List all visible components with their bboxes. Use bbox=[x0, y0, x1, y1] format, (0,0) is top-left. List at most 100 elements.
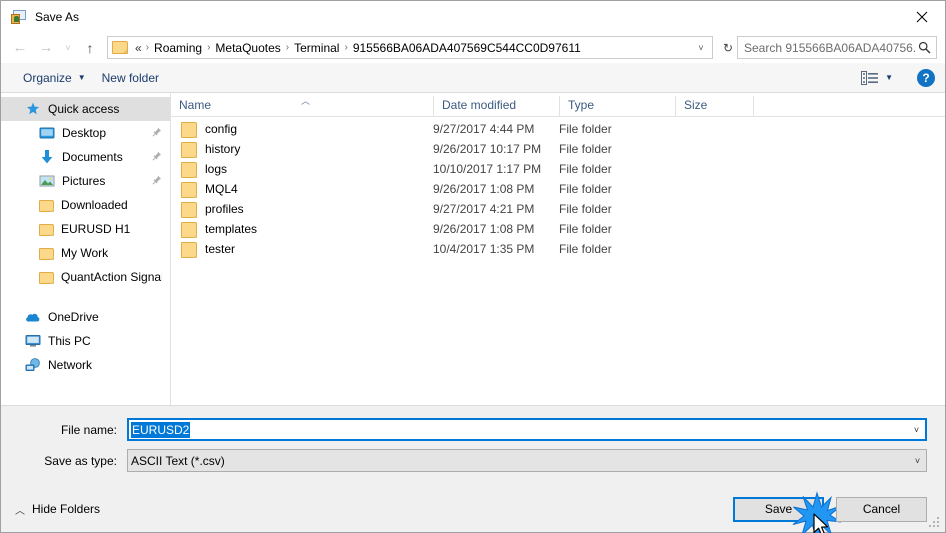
folder-icon bbox=[39, 224, 54, 236]
search-box[interactable]: Search 915566BA06ADA40756... bbox=[737, 36, 937, 59]
breadcrumb: « › Roaming › MetaQuotes › Terminal › 91… bbox=[132, 40, 692, 56]
sidebar-item-this-pc[interactable]: This PC bbox=[1, 329, 170, 353]
recent-locations-button[interactable]: ˅ bbox=[59, 36, 77, 60]
file-name: tester bbox=[205, 242, 236, 256]
chevron-down-icon: ▼ bbox=[77, 73, 86, 82]
command-bar: Organize ▼ New folder ▼ ? bbox=[1, 63, 945, 93]
file-date: 9/26/2017 1:08 PM bbox=[433, 182, 535, 196]
chevron-up-icon: ︿ bbox=[15, 505, 25, 517]
table-row[interactable]: history 9/26/2017 10:17 PM File folder bbox=[171, 139, 945, 159]
file-date: 9/27/2017 4:44 PM bbox=[433, 122, 535, 136]
pin-icon[interactable] bbox=[152, 174, 162, 188]
up-button[interactable]: ↑ bbox=[77, 36, 103, 60]
resize-grip[interactable] bbox=[929, 517, 941, 529]
sidebar-item-downloaded[interactable]: Downloaded bbox=[1, 193, 170, 217]
table-row[interactable]: tester 10/4/2017 1:35 PM File folder bbox=[171, 239, 945, 259]
address-bar[interactable]: « › Roaming › MetaQuotes › Terminal › 91… bbox=[107, 36, 713, 59]
view-options-button[interactable]: ▼ bbox=[855, 69, 899, 87]
file-name: history bbox=[205, 142, 241, 156]
forward-button[interactable]: → bbox=[33, 36, 59, 60]
documents-icon bbox=[39, 149, 55, 165]
folder-icon bbox=[181, 202, 197, 218]
file-name-input[interactable]: EURUSD2 ˅ bbox=[127, 418, 927, 441]
sidebar-item-network[interactable]: Network bbox=[1, 353, 170, 377]
table-row[interactable]: logs 10/10/2017 1:17 PM File folder bbox=[171, 159, 945, 179]
file-name: logs bbox=[205, 162, 228, 176]
file-name-cell: templates bbox=[171, 220, 433, 238]
close-icon[interactable] bbox=[899, 1, 945, 32]
save-form: File name: EURUSD2 ˅ Save as type: ASCII… bbox=[1, 405, 945, 486]
file-name-cell: history bbox=[171, 140, 433, 158]
navigation-bar: ← → ˅ ↑ « › Roaming › MetaQuotes › Termi… bbox=[1, 32, 945, 63]
sidebar-item-label: This PC bbox=[48, 334, 91, 348]
folder-icon bbox=[39, 248, 54, 260]
dialog-footer: ︿ Hide Folders Save Cancel bbox=[1, 486, 945, 533]
mouse-pointer bbox=[813, 512, 829, 533]
refresh-icon[interactable]: ↻ bbox=[719, 41, 737, 55]
breadcrumb-separator: › bbox=[145, 42, 150, 53]
file-rows: config 9/27/2017 4:44 PM File folder his… bbox=[171, 117, 945, 405]
new-folder-button[interactable]: New folder bbox=[94, 67, 167, 89]
chevron-down-icon[interactable]: ˅ bbox=[909, 456, 926, 466]
column-header-size[interactable]: Size bbox=[675, 96, 753, 116]
folder-icon bbox=[181, 162, 197, 178]
star-pin-icon bbox=[25, 101, 41, 117]
column-header-date-modified[interactable]: Date modified bbox=[433, 96, 559, 116]
breadcrumb-item-terminal-id[interactable]: 915566BA06ADA407569C544CC0D97611 bbox=[350, 40, 584, 56]
file-name: templates bbox=[205, 222, 258, 236]
file-name-value[interactable]: EURUSD2 bbox=[131, 421, 191, 438]
file-name: profiles bbox=[205, 202, 244, 216]
file-type: File folder bbox=[559, 182, 612, 196]
save-button[interactable]: Save bbox=[733, 490, 842, 533]
file-type: File folder bbox=[559, 242, 612, 256]
sidebar-item-my-work[interactable]: My Work bbox=[1, 241, 170, 265]
breadcrumb-separator: › bbox=[285, 42, 290, 53]
column-header-name[interactable]: Name ︿ bbox=[171, 96, 433, 116]
desktop-icon bbox=[39, 125, 55, 141]
sidebar-item-onedrive[interactable]: OneDrive bbox=[1, 305, 170, 329]
column-header-type[interactable]: Type bbox=[559, 96, 675, 116]
pictures-icon bbox=[39, 173, 55, 189]
folder-icon bbox=[112, 41, 128, 54]
back-button[interactable]: ← bbox=[7, 36, 33, 60]
file-date: 9/26/2017 1:08 PM bbox=[433, 222, 535, 236]
column-header-filler bbox=[753, 96, 945, 116]
save-as-type-select[interactable]: ASCII Text (*.csv) ˅ bbox=[127, 449, 927, 472]
sidebar-item-pictures[interactable]: Pictures bbox=[1, 169, 170, 193]
help-button[interactable]: ? bbox=[917, 68, 935, 87]
file-name-label: File name: bbox=[60, 422, 117, 437]
title-bar: Save As bbox=[1, 1, 945, 32]
breadcrumb-item-metaquotes[interactable]: MetaQuotes bbox=[212, 40, 283, 56]
table-row[interactable]: MQL4 9/26/2017 1:08 PM File folder bbox=[171, 179, 945, 199]
sidebar-item-eurusd-h1[interactable]: EURUSD H1 bbox=[1, 217, 170, 241]
pin-icon[interactable] bbox=[152, 126, 162, 140]
pin-icon[interactable] bbox=[152, 150, 162, 164]
sidebar-item-label: Quick access bbox=[48, 102, 120, 116]
sidebar-item-documents[interactable]: Documents bbox=[1, 145, 170, 169]
chevron-down-icon[interactable]: ˅ bbox=[908, 425, 925, 435]
network-icon bbox=[25, 357, 41, 373]
table-row[interactable]: templates 9/26/2017 1:08 PM File folder bbox=[171, 219, 945, 239]
organize-button[interactable]: Organize ▼ bbox=[15, 67, 94, 89]
save-as-app-icon bbox=[11, 9, 27, 25]
address-dropdown-icon[interactable]: ˅ bbox=[692, 43, 710, 53]
sidebar-item-label: My Work bbox=[61, 246, 109, 260]
table-row[interactable]: config 9/27/2017 4:44 PM File folder bbox=[171, 119, 945, 139]
folder-icon bbox=[39, 272, 54, 284]
sidebar-item-desktop[interactable]: Desktop bbox=[1, 121, 170, 145]
search-icon bbox=[916, 41, 932, 54]
table-row[interactable]: profiles 9/27/2017 4:21 PM File folder bbox=[171, 199, 945, 219]
this-pc-icon bbox=[25, 333, 41, 349]
breadcrumb-item-terminal[interactable]: Terminal bbox=[291, 40, 342, 56]
sidebar-item-quick-access[interactable]: Quick access bbox=[1, 97, 170, 121]
sidebar-item-quantaction-signal[interactable]: QuantAction Signal bbox=[1, 265, 170, 289]
hide-folders-button[interactable]: ︿ Hide Folders bbox=[15, 502, 100, 517]
search-input[interactable]: Search 915566BA06ADA40756... bbox=[744, 41, 916, 55]
cancel-button[interactable]: Cancel bbox=[836, 496, 927, 522]
hide-folders-label: Hide Folders bbox=[32, 502, 101, 516]
file-name-cell: tester bbox=[171, 240, 433, 258]
save-as-dialog: Save As ← → ˅ ↑ « › Roaming › MetaQuotes… bbox=[0, 0, 946, 533]
breadcrumb-overflow[interactable]: « bbox=[132, 40, 144, 56]
breadcrumb-item-roaming[interactable]: Roaming bbox=[151, 40, 205, 56]
sidebar-item-label: QuantAction Signal bbox=[61, 270, 162, 284]
